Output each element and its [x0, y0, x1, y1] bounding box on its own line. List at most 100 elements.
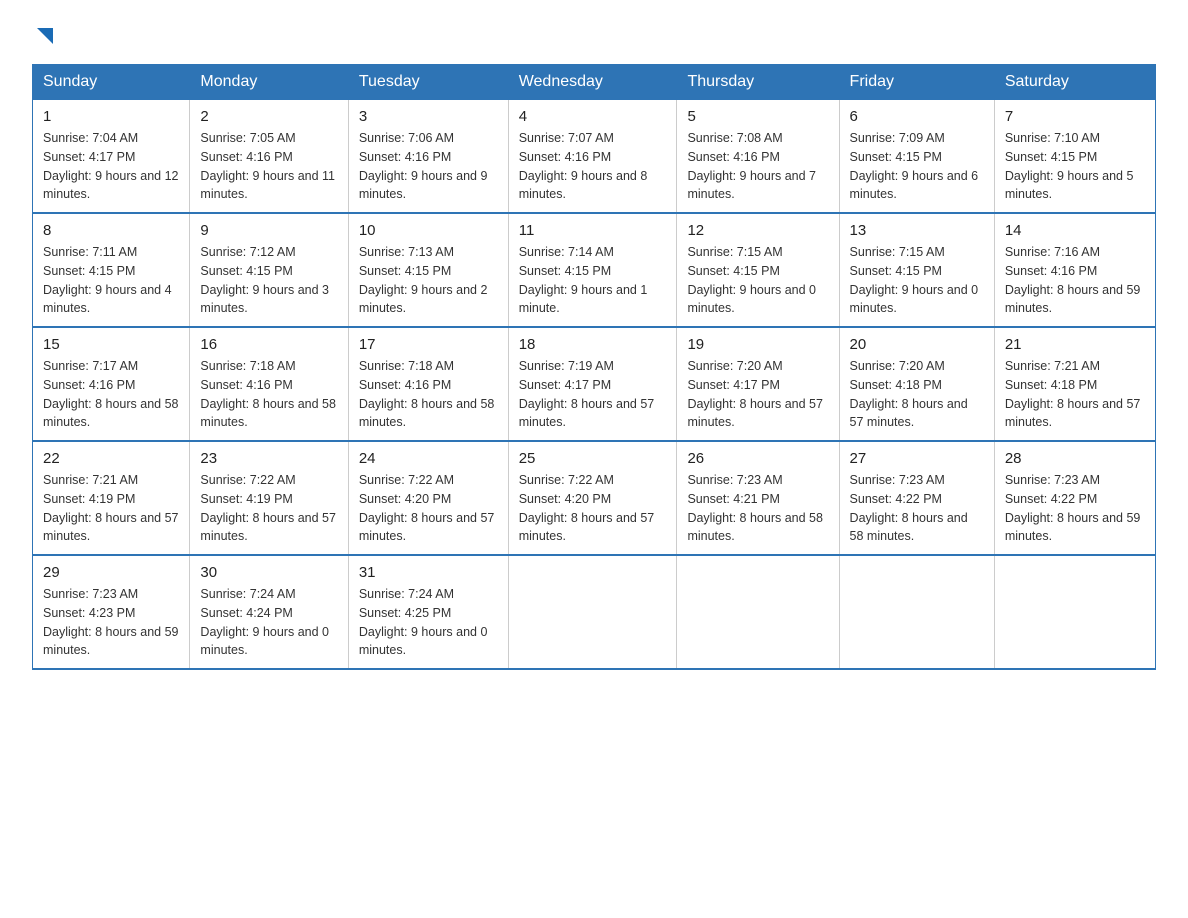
day-number: 11 [519, 222, 667, 239]
day-number: 4 [519, 108, 667, 125]
day-number: 29 [43, 564, 179, 581]
day-info: Sunrise: 7:05 AMSunset: 4:16 PMDaylight:… [200, 129, 337, 204]
day-info: Sunrise: 7:11 AMSunset: 4:15 PMDaylight:… [43, 243, 179, 318]
col-sunday: Sunday [33, 65, 190, 100]
day-number: 30 [200, 564, 337, 581]
day-number: 12 [687, 222, 828, 239]
day-number: 19 [687, 336, 828, 353]
calendar-cell [677, 555, 839, 669]
day-number: 9 [200, 222, 337, 239]
day-info: Sunrise: 7:21 AMSunset: 4:19 PMDaylight:… [43, 471, 179, 546]
calendar-cell [839, 555, 994, 669]
day-number: 1 [43, 108, 179, 125]
calendar-cell: 15 Sunrise: 7:17 AMSunset: 4:16 PMDayligh… [33, 327, 190, 441]
day-info: Sunrise: 7:08 AMSunset: 4:16 PMDaylight:… [687, 129, 828, 204]
day-info: Sunrise: 7:23 AMSunset: 4:21 PMDaylight:… [687, 471, 828, 546]
day-number: 3 [359, 108, 498, 125]
day-info: Sunrise: 7:15 AMSunset: 4:15 PMDaylight:… [687, 243, 828, 318]
day-info: Sunrise: 7:20 AMSunset: 4:18 PMDaylight:… [850, 357, 984, 432]
col-wednesday: Wednesday [508, 65, 677, 100]
day-number: 21 [1005, 336, 1145, 353]
col-tuesday: Tuesday [348, 65, 508, 100]
calendar-cell: 12 Sunrise: 7:15 AMSunset: 4:15 PMDayligh… [677, 213, 839, 327]
calendar-cell: 24Sunrise: 7:22 AMSunset: 4:20 PMDayligh… [348, 441, 508, 555]
day-number: 15 [43, 336, 179, 353]
day-number: 26 [687, 450, 828, 467]
col-thursday: Thursday [677, 65, 839, 100]
calendar-cell: 23Sunrise: 7:22 AMSunset: 4:19 PMDayligh… [190, 441, 348, 555]
day-info: Sunrise: 7:09 AMSunset: 4:15 PMDaylight:… [850, 129, 984, 204]
page-header [32, 24, 1156, 46]
calendar-cell: 18Sunrise: 7:19 AMSunset: 4:17 PMDayligh… [508, 327, 677, 441]
calendar-cell [994, 555, 1155, 669]
calendar-cell: 1 Sunrise: 7:04 AMSunset: 4:17 PMDaylight… [33, 100, 190, 214]
day-info: Sunrise: 7:22 AMSunset: 4:19 PMDaylight:… [200, 471, 337, 546]
day-number: 31 [359, 564, 498, 581]
day-number: 27 [850, 450, 984, 467]
calendar-cell: 6 Sunrise: 7:09 AMSunset: 4:15 PMDaylight… [839, 100, 994, 214]
calendar-body: 1 Sunrise: 7:04 AMSunset: 4:17 PMDaylight… [33, 100, 1156, 670]
week-row-3: 15 Sunrise: 7:17 AMSunset: 4:16 PMDayligh… [33, 327, 1156, 441]
day-info: Sunrise: 7:18 AMSunset: 4:16 PMDaylight:… [359, 357, 498, 432]
calendar-cell: 14 Sunrise: 7:16 AMSunset: 4:16 PMDayligh… [994, 213, 1155, 327]
day-info: Sunrise: 7:12 AMSunset: 4:15 PMDaylight:… [200, 243, 337, 318]
day-number: 8 [43, 222, 179, 239]
calendar-cell: 19 Sunrise: 7:20 AMSunset: 4:17 PMDayligh… [677, 327, 839, 441]
calendar-cell: 21 Sunrise: 7:21 AMSunset: 4:18 PMDayligh… [994, 327, 1155, 441]
calendar-cell: 22Sunrise: 7:21 AMSunset: 4:19 PMDayligh… [33, 441, 190, 555]
week-row-4: 22Sunrise: 7:21 AMSunset: 4:19 PMDayligh… [33, 441, 1156, 555]
day-info: Sunrise: 7:19 AMSunset: 4:17 PMDaylight:… [519, 357, 667, 432]
day-info: Sunrise: 7:23 AMSunset: 4:23 PMDaylight:… [43, 585, 179, 660]
calendar-cell: 17 Sunrise: 7:18 AMSunset: 4:16 PMDayligh… [348, 327, 508, 441]
calendar-cell: 27 Sunrise: 7:23 AMSunset: 4:22 PMDayligh… [839, 441, 994, 555]
calendar-cell [508, 555, 677, 669]
day-info: Sunrise: 7:06 AMSunset: 4:16 PMDaylight:… [359, 129, 498, 204]
col-saturday: Saturday [994, 65, 1155, 100]
logo [32, 24, 55, 46]
logo-wrap [32, 24, 55, 46]
calendar-cell: 3 Sunrise: 7:06 AMSunset: 4:16 PMDaylight… [348, 100, 508, 214]
day-number: 28 [1005, 450, 1145, 467]
day-info: Sunrise: 7:13 AMSunset: 4:15 PMDaylight:… [359, 243, 498, 318]
calendar-cell: 30Sunrise: 7:24 AMSunset: 4:24 PMDayligh… [190, 555, 348, 669]
day-number: 6 [850, 108, 984, 125]
calendar-cell: 26 Sunrise: 7:23 AMSunset: 4:21 PMDayligh… [677, 441, 839, 555]
day-info: Sunrise: 7:21 AMSunset: 4:18 PMDaylight:… [1005, 357, 1145, 432]
week-row-2: 8 Sunrise: 7:11 AMSunset: 4:15 PMDaylight… [33, 213, 1156, 327]
calendar-cell: 7 Sunrise: 7:10 AMSunset: 4:15 PMDaylight… [994, 100, 1155, 214]
header-row: Sunday Monday Tuesday Wednesday Thursday… [33, 65, 1156, 100]
day-number: 7 [1005, 108, 1145, 125]
day-info: Sunrise: 7:17 AMSunset: 4:16 PMDaylight:… [43, 357, 179, 432]
calendar-cell: 31 Sunrise: 7:24 AMSunset: 4:25 PMDayligh… [348, 555, 508, 669]
day-number: 5 [687, 108, 828, 125]
calendar-header: Sunday Monday Tuesday Wednesday Thursday… [33, 65, 1156, 100]
logo-row1 [32, 24, 55, 46]
week-row-1: 1 Sunrise: 7:04 AMSunset: 4:17 PMDaylight… [33, 100, 1156, 214]
col-friday: Friday [839, 65, 994, 100]
calendar-cell: 2 Sunrise: 7:05 AMSunset: 4:16 PMDaylight… [190, 100, 348, 214]
calendar-cell: 25 Sunrise: 7:22 AMSunset: 4:20 PMDayligh… [508, 441, 677, 555]
day-number: 25 [519, 450, 667, 467]
day-number: 2 [200, 108, 337, 125]
day-info: Sunrise: 7:24 AMSunset: 4:25 PMDaylight:… [359, 585, 498, 660]
calendar-cell: 11Sunrise: 7:14 AMSunset: 4:15 PMDayligh… [508, 213, 677, 327]
day-number: 14 [1005, 222, 1145, 239]
day-number: 10 [359, 222, 498, 239]
day-info: Sunrise: 7:10 AMSunset: 4:15 PMDaylight:… [1005, 129, 1145, 204]
day-info: Sunrise: 7:22 AMSunset: 4:20 PMDaylight:… [359, 471, 498, 546]
calendar-cell: 10 Sunrise: 7:13 AMSunset: 4:15 PMDayligh… [348, 213, 508, 327]
week-row-5: 29 Sunrise: 7:23 AMSunset: 4:23 PMDayligh… [33, 555, 1156, 669]
day-number: 13 [850, 222, 984, 239]
calendar-cell: 8 Sunrise: 7:11 AMSunset: 4:15 PMDaylight… [33, 213, 190, 327]
calendar-cell: 4Sunrise: 7:07 AMSunset: 4:16 PMDaylight… [508, 100, 677, 214]
day-number: 17 [359, 336, 498, 353]
day-info: Sunrise: 7:04 AMSunset: 4:17 PMDaylight:… [43, 129, 179, 204]
day-info: Sunrise: 7:20 AMSunset: 4:17 PMDaylight:… [687, 357, 828, 432]
calendar-cell: 13 Sunrise: 7:15 AMSunset: 4:15 PMDayligh… [839, 213, 994, 327]
day-info: Sunrise: 7:22 AMSunset: 4:20 PMDaylight:… [519, 471, 667, 546]
day-number: 16 [200, 336, 337, 353]
day-info: Sunrise: 7:23 AMSunset: 4:22 PMDaylight:… [850, 471, 984, 546]
day-info: Sunrise: 7:15 AMSunset: 4:15 PMDaylight:… [850, 243, 984, 318]
day-info: Sunrise: 7:16 AMSunset: 4:16 PMDaylight:… [1005, 243, 1145, 318]
calendar-table: Sunday Monday Tuesday Wednesday Thursday… [32, 64, 1156, 670]
